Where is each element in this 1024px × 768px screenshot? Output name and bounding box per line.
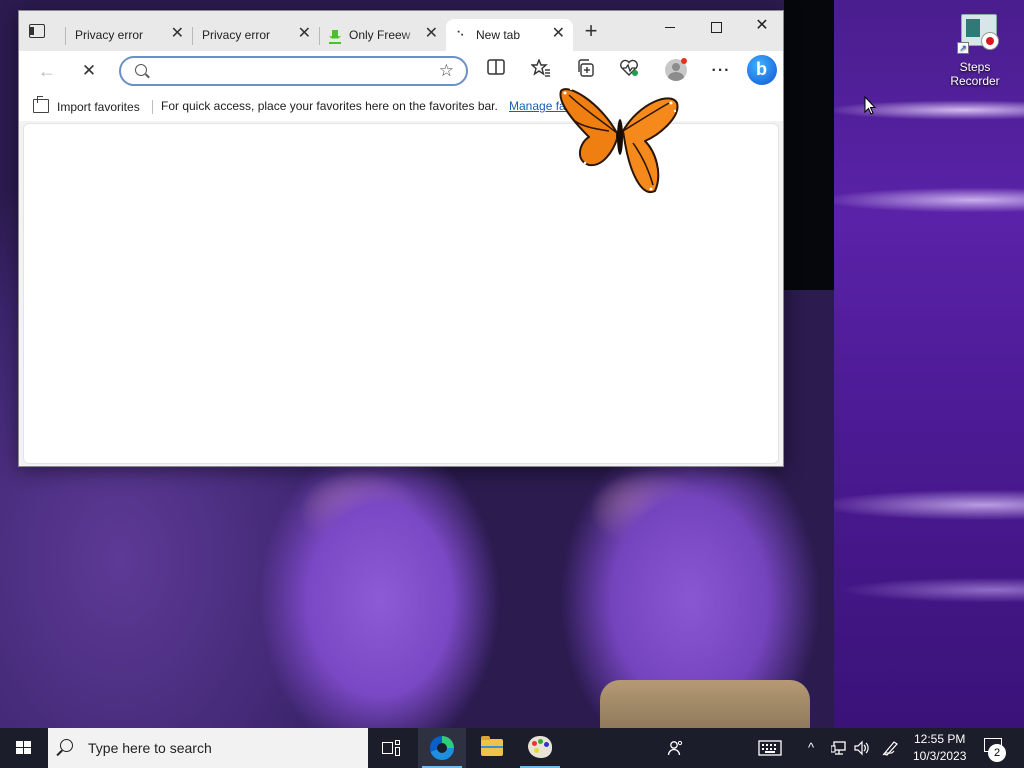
desktop-icon-label: Steps Recorder <box>950 60 1000 88</box>
profile-status-dot <box>681 58 687 64</box>
add-favorite-star-icon[interactable]: ☆ <box>439 61 454 81</box>
back-button[interactable]: ← <box>35 59 59 83</box>
bing-copilot-icon[interactable] <box>747 55 777 85</box>
people-icon[interactable] <box>667 740 683 759</box>
loading-spinner-icon: ⠑ <box>456 29 465 43</box>
split-screen-button[interactable] <box>484 59 508 83</box>
import-icon <box>33 99 49 113</box>
pen-workspace-icon[interactable] <box>882 740 900 759</box>
collections-icon <box>578 59 594 77</box>
download-icon <box>329 30 349 45</box>
favorites-bar-message: For quick access, place your favorites h… <box>161 99 498 113</box>
taskbar-file-explorer[interactable] <box>467 728 515 768</box>
stop-loading-button[interactable]: ✕ <box>77 59 101 83</box>
windows-logo-icon <box>16 741 32 755</box>
browser-essentials-button[interactable] <box>617 59 641 83</box>
tab-new-tab[interactable]: ⠑ New tab ✕ <box>446 19 573 51</box>
wallpaper-photo-detail <box>600 680 810 728</box>
browser-essentials-icon <box>620 59 638 76</box>
tab-actions-menu-icon[interactable] <box>29 24 45 38</box>
address-bar[interactable]: ☆ <box>119 56 468 86</box>
start-button[interactable] <box>0 728 48 768</box>
butterfly-overlay <box>559 87 679 194</box>
split-screen-icon <box>487 59 505 75</box>
tab-close-icon[interactable]: ✕ <box>171 26 184 42</box>
tab-separator <box>65 27 66 45</box>
import-favorites-button[interactable]: Import favorites <box>33 99 140 114</box>
desktop-icon-steps-recorder[interactable]: ↗ Steps Recorder <box>944 12 1006 88</box>
favorites-icon <box>530 58 550 77</box>
network-icon[interactable] <box>830 740 847 759</box>
wallpaper-purple-streaks <box>834 0 1024 728</box>
volume-icon[interactable] <box>854 740 870 759</box>
show-hidden-icons-chevron[interactable]: ^ <box>808 740 814 756</box>
touch-keyboard-icon[interactable] <box>758 740 782 759</box>
tab-close-icon[interactable]: ✕ <box>552 26 565 42</box>
favorites-bar-divider <box>152 100 153 114</box>
edge-browser-window: Privacy error ✕ Privacy error ✕ Only Fre… <box>18 10 784 467</box>
tab-only-freeware[interactable]: Only Freeware ✕ <box>319 19 446 51</box>
tab-privacy-error-1[interactable]: Privacy error ✕ <box>65 19 192 51</box>
tab-privacy-error-2[interactable]: Privacy error ✕ <box>192 19 319 51</box>
tab-strip: Privacy error ✕ Privacy error ✕ Only Fre… <box>19 11 783 51</box>
search-placeholder: Type here to search <box>88 740 212 756</box>
search-icon <box>135 64 147 76</box>
collections-button[interactable] <box>573 59 597 83</box>
more-options-button[interactable]: ··· <box>709 59 733 83</box>
favorites-button[interactable] <box>529 58 553 83</box>
tab-label: Privacy error <box>75 28 144 42</box>
notification-count-badge: 2 <box>988 744 1006 762</box>
steps-recorder-icon: ↗ <box>953 12 999 56</box>
mouse-cursor <box>864 96 876 115</box>
edge-icon <box>430 736 454 760</box>
taskbar-search-box[interactable]: Type here to search <box>48 728 368 768</box>
clock-time[interactable]: 12:55 PM <box>914 732 965 746</box>
taskbar-paint[interactable] <box>516 728 564 768</box>
close-window-button[interactable]: ✕ <box>739 15 785 39</box>
new-tab-button[interactable]: + <box>581 20 601 42</box>
maximize-button[interactable] <box>693 15 739 39</box>
tab-label: Privacy error <box>202 28 271 42</box>
task-view-button[interactable] <box>368 728 416 768</box>
taskbar: Type here to search ^ 12:55 PM 10/3/2023… <box>0 728 1024 768</box>
paint-icon <box>528 736 552 758</box>
import-favorites-label: Import favorites <box>57 100 140 114</box>
taskbar-edge[interactable] <box>418 728 466 768</box>
search-icon <box>60 739 73 752</box>
tab-label: New tab <box>476 28 521 42</box>
task-view-icon <box>382 740 400 756</box>
minimize-button[interactable] <box>647 15 693 39</box>
file-explorer-icon <box>481 736 503 756</box>
tab-separator <box>319 27 320 45</box>
tab-close-icon[interactable]: ✕ <box>425 26 438 42</box>
wallpaper-night-sky <box>784 0 834 290</box>
address-input[interactable] <box>155 62 429 82</box>
tab-separator <box>192 27 193 45</box>
clock-date[interactable]: 10/3/2023 <box>913 749 966 763</box>
tab-close-icon[interactable]: ✕ <box>298 26 311 42</box>
